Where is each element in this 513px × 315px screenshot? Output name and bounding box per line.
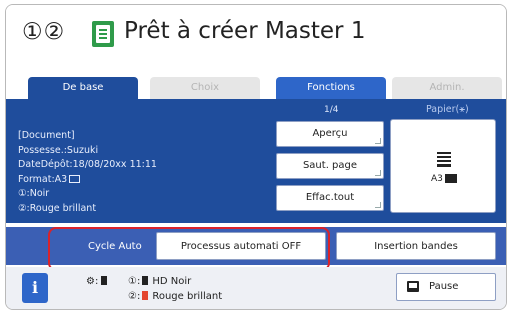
paper-button[interactable]: A3 bbox=[390, 119, 496, 213]
status-title: Prêt à créer Master 1 bbox=[124, 18, 366, 44]
document-info: [Document] Possesse.:Suzuki DateDépôt:18… bbox=[18, 129, 157, 216]
pause-icon bbox=[407, 281, 419, 292]
doc-ink1: ①:Noir bbox=[18, 188, 50, 199]
ink-black-icon bbox=[142, 276, 149, 285]
drum1-ink: HD Noir bbox=[152, 276, 192, 287]
drum1-label: ①: bbox=[128, 276, 141, 287]
drum2-label: ②: bbox=[128, 291, 141, 302]
paper-label: Papier(⚹) bbox=[426, 104, 469, 115]
preview-button[interactable]: Aperçu bbox=[276, 121, 384, 147]
paper-tray-icon bbox=[437, 152, 451, 167]
tab-admin[interactable]: Admin. bbox=[392, 77, 502, 99]
status-header: ①② Prêt à créer Master 1 bbox=[6, 5, 506, 71]
doc-format: Format:A3 bbox=[18, 173, 157, 188]
doc-date: DateDépôt:18/08/20xx 11:11 bbox=[18, 159, 157, 170]
skip-page-label: Saut. page bbox=[302, 160, 358, 171]
paper-orientation-icon bbox=[69, 175, 81, 183]
preview-label: Aperçu bbox=[312, 128, 348, 139]
doc-format-text: Format:A3 bbox=[18, 173, 68, 185]
skip-page-button[interactable]: Saut. page bbox=[276, 153, 384, 179]
highlight-frame bbox=[48, 227, 330, 271]
doc-owner: Possesse.:Suzuki bbox=[18, 144, 99, 156]
tab-options[interactable]: Choix bbox=[150, 77, 260, 99]
clear-all-label: Effac.tout bbox=[305, 192, 355, 203]
paper-size: A3 bbox=[431, 174, 457, 184]
doc-ink2: ②:Rouge brillant bbox=[18, 202, 97, 214]
insert-strips-button[interactable]: Insertion bandes bbox=[336, 232, 496, 260]
info-button[interactable]: i bbox=[22, 273, 48, 303]
drum2-ink: Rouge brillant bbox=[152, 291, 223, 302]
drum1-status: ①: HD Noir bbox=[128, 276, 191, 287]
clear-all-button[interactable]: Effac.tout bbox=[276, 185, 384, 211]
master-document-icon bbox=[92, 21, 114, 47]
drum-numbers: ①② bbox=[22, 19, 66, 45]
master-counter-icon: ⚙: bbox=[86, 276, 108, 287]
doc-info-title: [Document] bbox=[18, 130, 75, 141]
drum2-status: ②: Rouge brillant bbox=[128, 291, 222, 302]
paper-size-label: A3 bbox=[431, 174, 443, 184]
pause-label: Pause bbox=[429, 281, 459, 292]
tab-basic[interactable]: De base bbox=[28, 77, 138, 99]
page-indicator: 1/4 bbox=[324, 105, 339, 115]
pause-button[interactable]: Pause bbox=[396, 273, 496, 301]
tab-bar: De base Choix Fonctions Admin. bbox=[6, 77, 506, 99]
landscape-icon bbox=[444, 174, 457, 183]
ink-red-icon bbox=[142, 291, 149, 300]
main-screen: ①② Prêt à créer Master 1 De base Choix F… bbox=[5, 4, 507, 310]
tab-functions[interactable]: Fonctions bbox=[276, 77, 386, 99]
